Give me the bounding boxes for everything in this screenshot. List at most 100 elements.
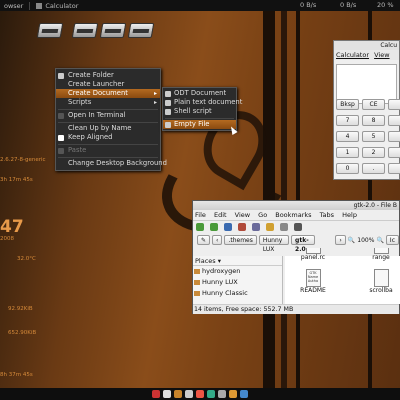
digit-0-button[interactable]: 0 — [336, 163, 359, 174]
chevron-right-icon: ▸ — [153, 99, 157, 106]
menu-bookmarks[interactable]: Bookmarks — [275, 211, 311, 219]
back-icon[interactable] — [196, 223, 204, 231]
chevron-right-icon: ▸ — [153, 90, 157, 97]
conky-year: 2008 — [0, 236, 14, 242]
zoom-in-icon[interactable]: 🔍 — [376, 237, 383, 244]
folder-icon — [194, 269, 200, 274]
menu-item-clean-up-by-name[interactable]: Clean Up by Name — [56, 124, 160, 133]
digit-2-button[interactable]: 2 — [362, 147, 385, 158]
file-icon: GTK Name Autho — [305, 269, 321, 287]
menu-view[interactable]: View — [235, 211, 250, 219]
conky-temp: 32.0°C — [17, 256, 36, 262]
path-crumb-hunny-lux[interactable]: Hunny LUX — [258, 235, 290, 253]
file-icon — [373, 269, 389, 287]
places-item[interactable]: Hunny Classic — [193, 288, 282, 299]
submenu-item-plain-text[interactable]: Plain text document — [163, 98, 242, 107]
decimal-button[interactable]: . — [362, 163, 385, 174]
menu-item-keep-aligned[interactable]: Keep Aligned — [56, 133, 160, 142]
submenu-item-odt[interactable]: ODT Document — [163, 89, 236, 98]
path-crumb-gtk[interactable]: gtk-2.0 — [291, 235, 316, 253]
up-icon[interactable] — [224, 223, 232, 231]
taskbar-item-calculator[interactable]: Calculator — [32, 2, 82, 10]
menu-edit[interactable]: Edit — [214, 211, 227, 219]
file-view: panel.rc range GTK Name Autho README scr… — [285, 248, 400, 304]
file-item[interactable]: GTK Name Autho README — [293, 269, 333, 294]
calculator-display — [336, 64, 397, 104]
document-icon — [165, 108, 171, 115]
digit-5-button[interactable]: 5 — [362, 131, 385, 142]
menu-calculator[interactable]: Calculator — [336, 51, 369, 59]
path-scroll-left[interactable]: ‹ — [212, 235, 223, 245]
file-item[interactable]: scrollba — [361, 269, 400, 294]
menu-item-open-in-terminal[interactable]: Open In Terminal — [56, 111, 160, 120]
launcher-icon[interactable] — [152, 390, 160, 398]
calc-button[interactable] — [388, 147, 400, 158]
file-item[interactable]: range — [361, 248, 400, 261]
toggle-location-button[interactable]: ✎ — [197, 235, 211, 245]
net-up-label: 0 B/s — [340, 1, 357, 9]
path-crumb-themes[interactable]: .themes — [224, 235, 257, 245]
stop-icon[interactable] — [238, 223, 246, 231]
reload-icon[interactable] — [252, 223, 260, 231]
menu-go[interactable]: Go — [258, 211, 267, 219]
top-panel: owser Calculator 0 B/s 0 B/s 20 % — [0, 0, 400, 11]
menu-item-create-document[interactable]: Create Document ▸ — [56, 89, 160, 98]
forward-icon[interactable] — [210, 223, 218, 231]
ce-button[interactable]: CE — [362, 99, 385, 110]
menu-item-create-launcher[interactable]: Create Launcher — [56, 80, 160, 89]
calculator-window: Calcu Calculator View Bksp CE 7 8 4 5 1 … — [333, 40, 400, 180]
zoom-out-icon[interactable]: 🔍 — [348, 237, 355, 244]
launcher-icon[interactable] — [196, 390, 204, 398]
volume-label[interactable]: 20 % — [377, 1, 394, 9]
menu-item-change-background[interactable]: Change Desktop Background — [56, 159, 167, 168]
conky-kernel: 2.6.27-8-generic — [0, 157, 46, 163]
places-header[interactable]: Places ▾ — [193, 256, 282, 266]
window-title: Calcu — [334, 41, 399, 50]
zoom-level[interactable]: 100% — [357, 237, 374, 244]
drive-icon[interactable] — [36, 23, 64, 38]
drive-icon[interactable] — [99, 23, 127, 38]
menu-view[interactable]: View — [374, 51, 389, 59]
digit-1-button[interactable]: 1 — [336, 147, 359, 158]
menu-item-create-folder[interactable]: Create Folder — [56, 71, 160, 80]
view-mode-select[interactable]: Ic — [385, 235, 399, 245]
launcher-icon[interactable] — [229, 390, 237, 398]
menu-help[interactable]: Help — [342, 211, 357, 219]
places-item[interactable]: Hunny LUX — [193, 277, 282, 288]
calc-button[interactable] — [388, 131, 400, 142]
menu-item-scripts[interactable]: Scripts ▸ — [56, 98, 160, 107]
launcher-icon[interactable] — [185, 390, 193, 398]
submenu-item-shell-script[interactable]: Shell script — [163, 107, 236, 116]
drive-icon[interactable] — [127, 23, 155, 38]
path-scroll-right[interactable]: › — [335, 235, 346, 245]
taskbar-item-browser[interactable]: owser — [0, 2, 27, 10]
launcher-icon[interactable] — [174, 390, 182, 398]
bksp-button[interactable]: Bksp — [336, 99, 359, 110]
file-browser-window: gtk-2.0 - File B File Edit View Go Bookm… — [192, 200, 400, 314]
calc-button[interactable] — [388, 163, 400, 174]
status-bar: 14 items, Free space: 552.7 MB — [193, 304, 399, 314]
file-item[interactable]: panel.rc — [293, 248, 333, 261]
submenu-item-empty-file[interactable]: Empty File — [163, 120, 236, 129]
launcher-icon[interactable] — [163, 390, 171, 398]
menu-file[interactable]: File — [195, 211, 206, 219]
path-bar: ✎ ‹ .themes Hunny LUX gtk-2.0 › 🔍 100% 🔍… — [193, 233, 399, 253]
drive-icon[interactable] — [71, 23, 99, 38]
computer-icon[interactable] — [280, 223, 288, 231]
menu-tabs[interactable]: Tabs — [320, 211, 334, 219]
calculator-menubar: Calculator View — [334, 50, 399, 60]
home-icon[interactable] — [266, 223, 274, 231]
launcher-icon[interactable] — [218, 390, 226, 398]
file-browser-toolbar — [193, 220, 399, 233]
calc-button[interactable] — [388, 115, 400, 126]
launcher-icon[interactable] — [240, 390, 248, 398]
digit-4-button[interactable]: 4 — [336, 131, 359, 142]
document-icon — [165, 99, 171, 106]
places-item[interactable]: hydroxygen — [193, 266, 282, 277]
calc-button[interactable] — [388, 99, 400, 110]
digit-7-button[interactable]: 7 — [336, 115, 359, 126]
file-browser-menubar: File Edit View Go Bookmarks Tabs Help — [193, 210, 399, 220]
terminal-icon[interactable] — [294, 223, 302, 231]
launcher-icon[interactable] — [207, 390, 215, 398]
digit-8-button[interactable]: 8 — [362, 115, 385, 126]
